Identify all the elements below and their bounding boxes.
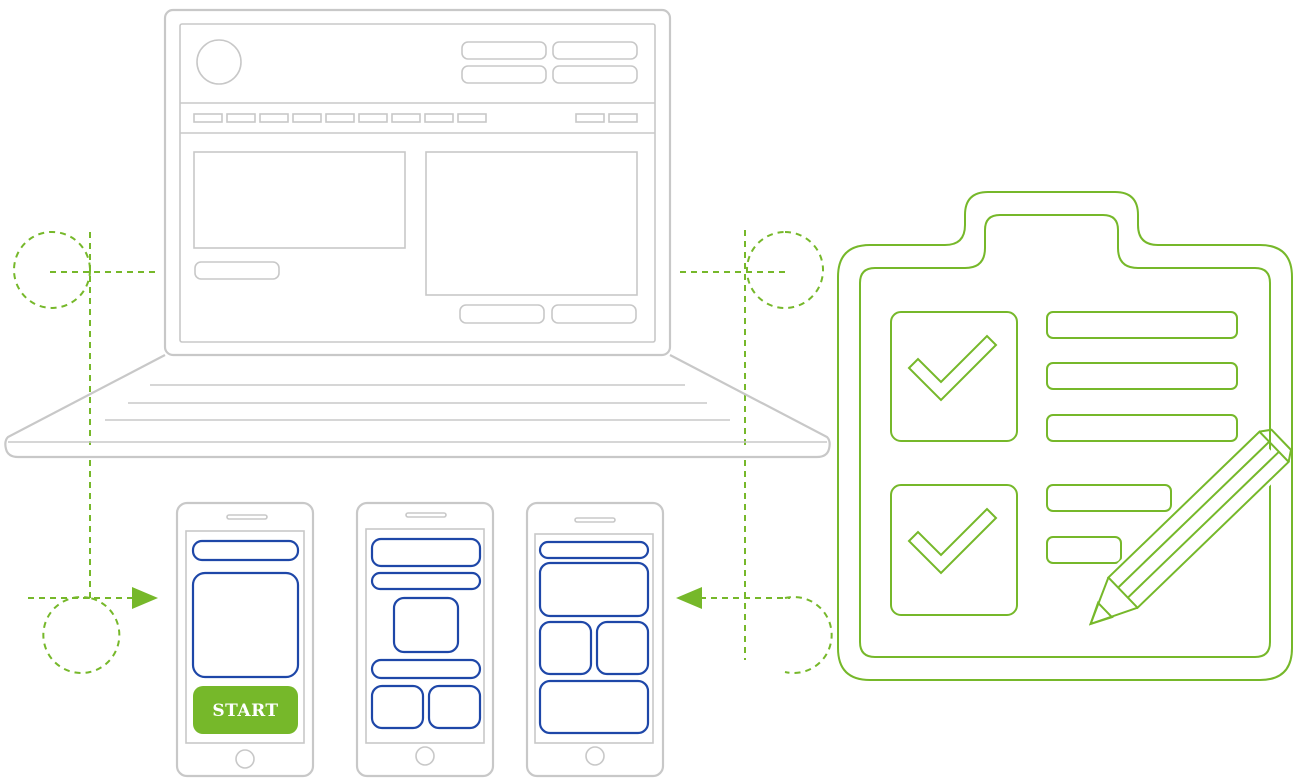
phone-screen [534, 533, 654, 744]
connector-lines [13, 230, 833, 674]
nav-item [608, 113, 638, 123]
nav-item [193, 113, 223, 123]
right-bottom-loop [784, 596, 833, 674]
left-bottom-loop [42, 596, 121, 674]
checklist-line [1046, 362, 1238, 390]
wireframe-bar [370, 571, 482, 591]
nav-bar [193, 113, 638, 123]
phone-body [525, 501, 665, 778]
phone-home-button [585, 746, 605, 766]
wireframe-image-block [392, 596, 460, 654]
checkmark-icon [907, 507, 998, 575]
wireframe-card [427, 684, 482, 730]
checklist-line [1046, 484, 1172, 512]
wireframe-bar [370, 537, 482, 568]
content-button [194, 261, 280, 280]
nav-item [226, 113, 256, 123]
content-panel-left [193, 151, 406, 249]
checkmark-icon [907, 334, 998, 402]
wireframe-image-block [191, 571, 300, 679]
wireframe-card [538, 620, 593, 676]
nav-item [325, 113, 355, 123]
arrow-left-icon [676, 587, 702, 609]
arrow-right-icon [132, 587, 158, 609]
nav-item [391, 113, 421, 123]
phone-icon: START [175, 501, 315, 778]
content-button [459, 304, 545, 324]
wireframe-bar [538, 540, 650, 560]
checklist-line [1046, 536, 1122, 564]
content-panel-right [425, 151, 638, 296]
ux-wireframe-illustration: START [4, 8, 1293, 778]
checklist-line [1046, 414, 1238, 442]
header-button [552, 65, 638, 84]
wireframe-bar [370, 658, 482, 680]
wireframe-image-block [538, 561, 650, 618]
phone-home-button [235, 749, 255, 769]
header-button [552, 41, 638, 60]
logo-placeholder [196, 39, 242, 85]
wireframe-card [538, 679, 650, 735]
phone-speaker [574, 517, 616, 523]
phone-speaker [226, 514, 268, 520]
clipboard-inner [859, 214, 1271, 658]
phone-icon [355, 501, 495, 778]
clipboard-outer [837, 191, 1293, 681]
phone-home-button [415, 746, 435, 766]
checkbox-checked [890, 484, 1018, 616]
start-button-label[interactable]: START [212, 701, 278, 721]
nav-item [457, 113, 487, 123]
checklist-line [1046, 311, 1238, 339]
phone-body [355, 501, 495, 778]
header-button [461, 41, 547, 60]
nav-item [575, 113, 605, 123]
checkbox-checked [890, 311, 1018, 442]
wireframe-card [595, 620, 650, 676]
pencil-line [1117, 441, 1270, 589]
wireframe-bar [191, 539, 300, 562]
nav-item [259, 113, 289, 123]
phone-icon [525, 501, 665, 778]
nav-item [358, 113, 388, 123]
left-top-loop [13, 230, 91, 309]
laptop-icon [4, 8, 831, 459]
clipboard-checklist-icon [837, 191, 1293, 681]
pencil-icon [1087, 428, 1293, 628]
nav-item [292, 113, 322, 123]
phone-body [175, 501, 315, 778]
right-top-loop [746, 231, 824, 310]
header-button [461, 65, 547, 84]
phone-screen [365, 528, 485, 744]
start-button[interactable]: START [193, 686, 298, 734]
wireframe-card [370, 684, 425, 730]
phone-speaker [405, 512, 447, 518]
pencil-line [1127, 451, 1280, 599]
nav-item [424, 113, 454, 123]
content-button [551, 304, 637, 324]
